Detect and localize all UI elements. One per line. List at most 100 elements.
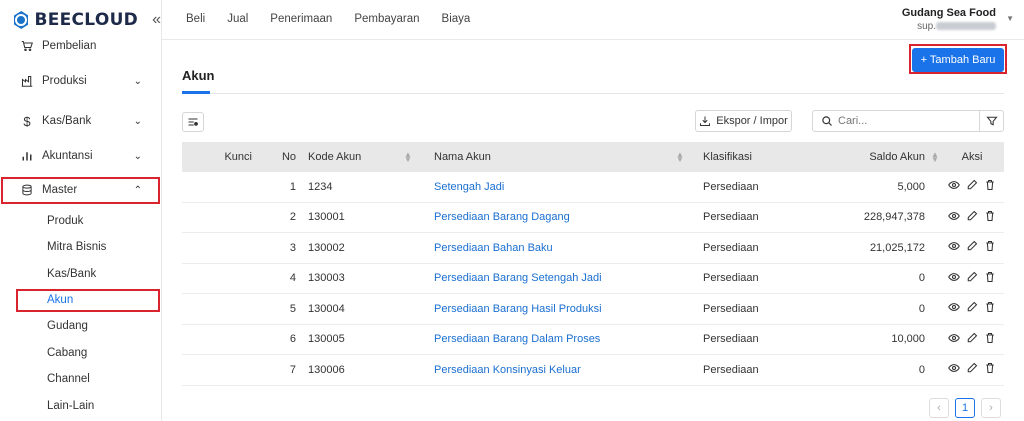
cell-no: 6 (289, 333, 296, 346)
topnav-pembayaran[interactable]: Pembayaran (354, 13, 419, 25)
delete-icon[interactable] (984, 210, 996, 225)
topnav-beli[interactable]: Beli (186, 13, 205, 25)
account-name-link[interactable]: Persediaan Barang Hasil Produksi (434, 294, 684, 324)
pagination: ‹ 1 › (929, 398, 1001, 418)
edit-icon[interactable] (966, 362, 978, 377)
view-icon[interactable] (948, 332, 960, 347)
account-name-link[interactable]: Persediaan Bahan Baku (434, 233, 684, 263)
cell-kode: 1234 (308, 180, 333, 193)
table-header: Kunci No Kode Akun ▲ ▼ Nama Akun ▲ ▼ Klasi… (182, 142, 1004, 172)
sort-icon[interactable]: ▲ ▼ (676, 151, 684, 164)
header-no[interactable]: No (252, 142, 296, 172)
edit-icon[interactable] (966, 301, 978, 316)
delete-icon[interactable] (984, 240, 996, 255)
topnav-penerimaan[interactable]: Penerimaan (270, 13, 332, 25)
view-icon[interactable] (948, 301, 960, 316)
page-1-button[interactable]: 1 (955, 398, 975, 418)
sidebar-item-akuntansi[interactable]: Akuntansi ⌄ (0, 143, 162, 169)
header-nama[interactable]: Nama Akun (434, 142, 684, 172)
sidebar-item-kasbank[interactable]: $ Kas/Bank ⌄ (0, 108, 162, 134)
cell-kode: 130003 (308, 272, 345, 285)
column-settings-button[interactable] (182, 112, 204, 132)
cell-kode: 130004 (308, 302, 345, 315)
table-row: 1 1234 Setengah Jadi Persediaan 5,000 (182, 172, 1004, 203)
caret-down-icon[interactable]: ▼ (1006, 14, 1014, 23)
search-field[interactable] (812, 110, 980, 132)
sidebar-sub-cabang[interactable]: Cabang (0, 342, 162, 364)
cell-no: 2 (289, 211, 296, 224)
edit-icon[interactable] (966, 240, 978, 255)
header-saldo[interactable]: Saldo Akun (822, 142, 925, 172)
page-title: Akun (182, 68, 215, 83)
collapse-sidebar-icon[interactable]: « (152, 11, 161, 29)
accounts-table: Kunci No Kode Akun ▲ ▼ Nama Akun ▲ ▼ Klasi… (182, 142, 1004, 386)
add-new-button[interactable]: + Tambah Baru (912, 48, 1004, 72)
header-klasifikasi[interactable]: Klasifikasi (703, 142, 823, 172)
view-icon[interactable] (948, 240, 960, 255)
sidebar-sub-lain-lain[interactable]: Lain-Lain (0, 395, 162, 417)
edit-icon[interactable] (966, 332, 978, 347)
user-email: sup. (902, 21, 996, 32)
filter-button[interactable] (980, 110, 1004, 132)
search-input[interactable] (838, 115, 968, 127)
view-icon[interactable] (948, 210, 960, 225)
sort-icon[interactable]: ▲ ▼ (931, 151, 939, 164)
row-actions (940, 325, 1004, 355)
sidebar-item-label: Produksi (42, 75, 87, 87)
account-name-link[interactable]: Persediaan Konsinyasi Keluar (434, 355, 684, 385)
header-aksi: Aksi (961, 151, 983, 163)
delete-icon[interactable] (984, 301, 996, 316)
factory-icon (20, 74, 34, 88)
highlight-akun (16, 289, 160, 312)
sidebar-sub-produk[interactable]: Produk (0, 210, 162, 232)
row-actions (940, 233, 1004, 263)
sidebar-sub-channel[interactable]: Channel (0, 368, 162, 390)
top-nav: Beli Jual Penerimaan Pembayaran Biaya (186, 13, 492, 25)
account-name-link[interactable]: Persediaan Barang Setengah Jadi (434, 264, 684, 294)
cell-no: 3 (289, 241, 296, 254)
sort-icon[interactable]: ▲ ▼ (404, 151, 412, 164)
edit-icon[interactable] (966, 271, 978, 286)
header-kode[interactable]: Kode Akun (308, 142, 418, 172)
sidebar-sub-kasbank[interactable]: Kas/Bank (0, 263, 162, 285)
cell-saldo: 21,025,172 (869, 241, 925, 254)
next-page-button[interactable]: › (981, 398, 1001, 418)
sidebar-item-produksi[interactable]: Produksi ⌄ (0, 68, 162, 94)
delete-icon[interactable] (984, 179, 996, 194)
header-kunci[interactable]: Kunci (182, 142, 252, 172)
account-name-link[interactable]: Persediaan Barang Dagang (434, 203, 684, 233)
sidebar-sub-mitra-bisnis[interactable]: Mitra Bisnis (0, 236, 162, 258)
view-icon[interactable] (948, 179, 960, 194)
account-name-link[interactable]: Setengah Jadi (434, 172, 684, 202)
edit-icon[interactable] (966, 179, 978, 194)
cell-no: 7 (289, 363, 296, 376)
user-menu[interactable]: Gudang Sea Food sup. (902, 7, 996, 32)
cell-no: 4 (289, 272, 296, 285)
search-icon (822, 116, 832, 126)
cell-saldo: 0 (918, 363, 925, 376)
export-label: Ekspor / Impor (716, 115, 788, 127)
sidebar-item-label: Pembelian (42, 40, 97, 52)
delete-icon[interactable] (984, 271, 996, 286)
chevron-down-icon: ⌄ (133, 75, 142, 87)
topnav-biaya[interactable]: Biaya (442, 13, 471, 25)
edit-icon[interactable] (966, 210, 978, 225)
export-import-button[interactable]: Ekspor / Impor (695, 110, 792, 132)
chevron-down-icon: ⌄ (133, 150, 142, 162)
sidebar-item-pembelian[interactable]: Pembelian (0, 33, 162, 59)
topnav-jual[interactable]: Jual (227, 13, 248, 25)
table-row: 6 130005 Persediaan Barang Dalam Proses Per… (182, 325, 1004, 355)
delete-icon[interactable] (984, 362, 996, 377)
view-icon[interactable] (948, 271, 960, 286)
cell-saldo: 0 (918, 302, 925, 315)
sidebar-sub-gudang[interactable]: Gudang (0, 315, 162, 337)
main-content: + Tambah Baru Akun Ekspor / Impor Kunci … (162, 40, 1024, 421)
delete-icon[interactable] (984, 332, 996, 347)
view-icon[interactable] (948, 362, 960, 377)
prev-page-button[interactable]: ‹ (929, 398, 949, 418)
cart-icon (20, 39, 34, 53)
cell-klasifikasi: Persediaan (703, 241, 759, 254)
account-name-link[interactable]: Persediaan Barang Dalam Proses (434, 325, 684, 355)
table-row: 3 130002 Persediaan Bahan Baku Persediaan 21… (182, 233, 1004, 264)
cell-kunci (182, 203, 252, 233)
